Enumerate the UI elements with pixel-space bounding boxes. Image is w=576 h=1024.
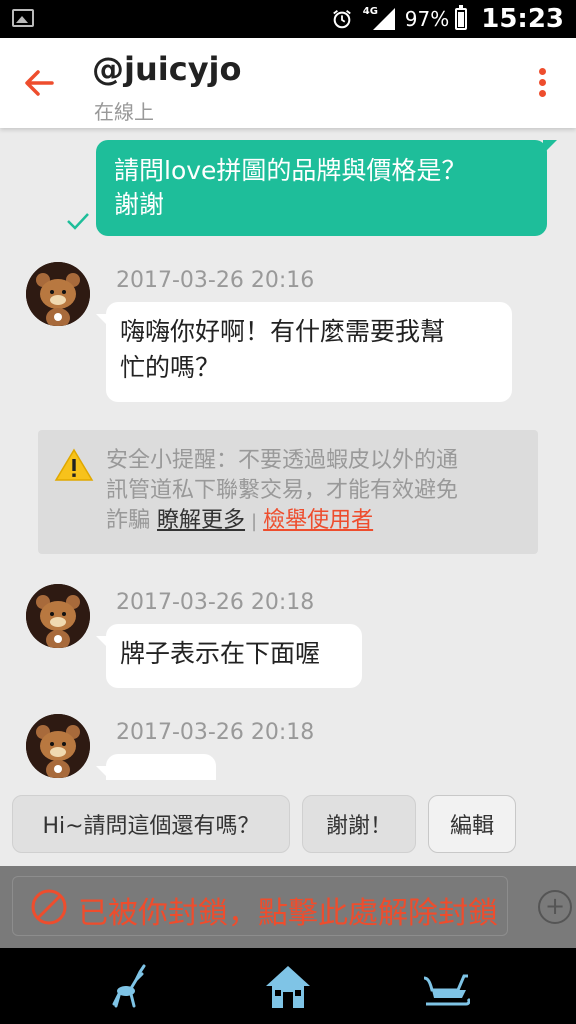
message-timestamp: 2017-03-26 20:16: [116, 268, 315, 293]
message-text: 牌子表示在下面喔: [120, 639, 321, 668]
message-text: 300: [120, 766, 202, 780]
learn-more-link[interactable]: 瞭解更多: [157, 508, 245, 533]
alarm-clock-icon: [332, 10, 351, 29]
notice-text: 安全小提醒：不要透過蝦皮以外的通 訊管道私下聯繫交易，才能有效避免 詐騙 瞭解更…: [106, 448, 459, 533]
sleigh-icon[interactable]: [422, 964, 470, 1010]
quick-reply-button[interactable]: Hi~請問這個還有嗎？: [12, 795, 290, 853]
chat-messages[interactable]: 請問love拼圖的品牌與價格是？ 謝謝 2017-03-26 20:16 嗨嗨你…: [0, 128, 576, 780]
quick-reply-button[interactable]: 謝謝！: [302, 795, 416, 853]
plus-circle-icon[interactable]: +: [538, 890, 572, 924]
message-timestamp: 2017-03-26 20:18: [116, 590, 315, 615]
avatar[interactable]: [26, 714, 90, 778]
prohibited-icon: [31, 889, 67, 925]
contact-name: @juicyjo: [92, 50, 242, 88]
separator: |: [251, 511, 258, 532]
online-status: 在線上: [94, 100, 154, 124]
image-icon: [12, 9, 34, 27]
avatar[interactable]: [26, 584, 90, 648]
incoming-message: 牌子表示在下面喔: [96, 624, 362, 688]
safety-notice: 安全小提醒：不要透過蝦皮以外的通 訊管道私下聯繫交易，才能有效避免 詐騙 瞭解更…: [38, 430, 538, 554]
message-text: 嗨嗨你好啊！有什麼需要我幫: [120, 317, 446, 346]
avatar[interactable]: [26, 262, 90, 326]
message-text: 忙的嗎？: [120, 353, 221, 382]
quick-replies: Hi~請問這個還有嗎？ 謝謝！ 編輯: [0, 790, 576, 860]
sent-check-icon: [67, 213, 89, 230]
edit-quick-replies-button[interactable]: 編輯: [428, 795, 516, 853]
incoming-message: 嗨嗨你好啊！有什麼需要我幫 忙的嗎？: [96, 302, 512, 402]
status-bar: 4G 97% 15:23: [0, 0, 576, 38]
signal-icon: 4G: [359, 6, 399, 32]
chat-header: @juicyjo 在線上: [0, 38, 576, 128]
unblock-prompt[interactable]: 已被你封鎖，點擊此處解除封鎖: [78, 888, 498, 932]
message-timestamp: 2017-03-26 20:18: [116, 720, 315, 745]
message-text: 請問love拼圖的品牌與價格是？: [114, 156, 467, 185]
back-arrow-icon[interactable]: [22, 66, 56, 100]
battery-icon: [455, 5, 468, 30]
blocked-overlay[interactable]: 已被你封鎖，點擊此處解除封鎖 +: [0, 866, 576, 948]
battery-percent: 97%: [404, 7, 450, 31]
report-user-link[interactable]: 檢舉使用者: [263, 508, 373, 533]
more-vertical-icon[interactable]: [536, 68, 548, 100]
house-icon[interactable]: [264, 964, 312, 1010]
outgoing-message: 請問love拼圖的品牌與價格是？ 謝謝: [96, 140, 557, 236]
bottom-navigation: [0, 948, 576, 1024]
incoming-message: 300: [96, 754, 216, 780]
reindeer-icon[interactable]: [104, 964, 152, 1010]
clock-time: 15:23: [481, 4, 564, 34]
warning-triangle-icon: [54, 448, 94, 481]
message-text: 謝謝: [114, 190, 165, 219]
